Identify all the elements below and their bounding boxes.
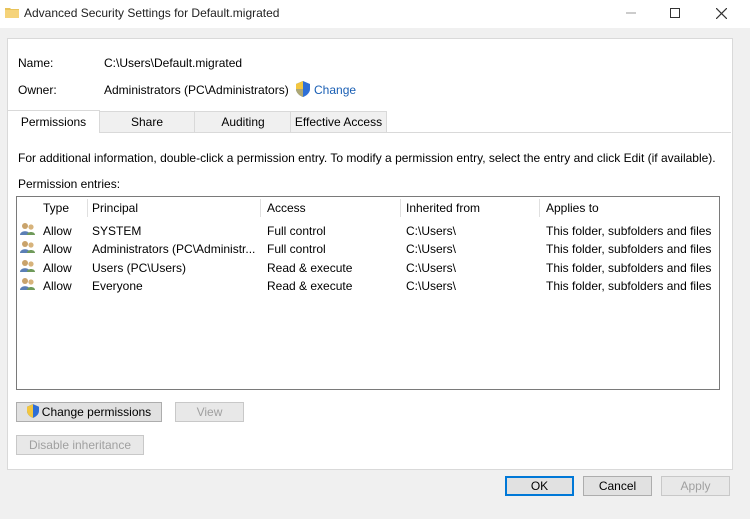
minimize-icon: [626, 12, 636, 14]
cell-inherited-from: C:\Users\: [406, 279, 457, 293]
security-settings-window: Advanced Security Settings for Default.m…: [0, 0, 750, 519]
cell-principal: Users (PC\Users): [92, 261, 187, 275]
cell-inherited-from: C:\Users\: [406, 261, 457, 275]
owner-label: Owner:: [18, 83, 57, 97]
cell-access: Full control: [267, 224, 326, 238]
users-icon: [20, 277, 36, 295]
instructions-text: For additional information, double-click…: [18, 151, 716, 165]
ok-button[interactable]: OK: [505, 476, 574, 496]
cell-applies-to: This folder, subfolders and files: [546, 242, 712, 256]
close-button[interactable]: [698, 0, 744, 26]
tab-divider: [7, 132, 731, 133]
column-header-type[interactable]: Type: [37, 197, 87, 219]
tab-permissions[interactable]: Permissions: [7, 110, 100, 133]
button-label: View: [196, 405, 223, 419]
cell-principal: Everyone: [92, 279, 143, 293]
button-label: Change permissions: [41, 405, 152, 419]
tab-auditing[interactable]: Auditing: [194, 111, 292, 132]
button-label: OK: [530, 479, 549, 493]
tab-effective-access[interactable]: Effective Access: [290, 111, 387, 132]
folder-icon: [5, 6, 19, 18]
maximize-icon: [670, 8, 680, 18]
uac-shield-icon: [26, 403, 39, 421]
cell-inherited-from: C:\Users\: [406, 224, 457, 238]
owner-value: Administrators (PC\Administrators): [104, 83, 289, 97]
column-header-applies-to[interactable]: Applies to: [540, 197, 719, 219]
column-header-label: Applies to: [546, 201, 599, 215]
change-permissions-button[interactable]: Change permissions: [16, 402, 162, 422]
apply-button[interactable]: Apply: [661, 476, 730, 496]
column-header-inherited-from[interactable]: Inherited from: [400, 197, 540, 219]
cell-type: Allow: [43, 261, 72, 275]
tab-label: Auditing: [221, 115, 265, 129]
cell-applies-to: This folder, subfolders and files: [546, 261, 712, 275]
column-header-principal[interactable]: Principal: [86, 197, 258, 219]
users-icon: [20, 259, 36, 277]
list-header: Type Principal Access Inherited from App…: [17, 197, 719, 219]
users-icon: [20, 240, 36, 258]
tab-label: Share: [130, 115, 164, 129]
column-header-label: Inherited from: [406, 201, 481, 215]
uac-shield-icon: [296, 81, 310, 100]
cell-applies-to: This folder, subfolders and files: [546, 224, 712, 238]
cell-type: Allow: [43, 224, 72, 238]
table-row[interactable]: Allow Everyone Read & execute C:\Users\ …: [17, 277, 719, 295]
tab-share[interactable]: Share: [98, 111, 196, 132]
tab-label: Effective Access: [294, 115, 383, 129]
minimize-button[interactable]: [608, 0, 654, 26]
column-header-label: Type: [43, 201, 70, 215]
cell-principal: Administrators (PC\Administr...: [92, 242, 256, 256]
permission-entries-list[interactable]: Type Principal Access Inherited from App…: [16, 196, 720, 390]
permission-entries-label: Permission entries:: [18, 177, 121, 191]
tab-label: Permissions: [20, 115, 87, 129]
disable-inheritance-button[interactable]: Disable inheritance: [16, 435, 144, 455]
close-icon: [715, 7, 727, 19]
button-label: Apply: [680, 479, 711, 493]
cell-access: Full control: [267, 242, 326, 256]
table-row[interactable]: Allow Users (PC\Users) Read & execute C:…: [17, 259, 719, 277]
change-owner-link[interactable]: Change: [314, 83, 356, 97]
title-bar: Advanced Security Settings for Default.m…: [0, 0, 750, 28]
column-header-label: Principal: [92, 201, 139, 215]
cell-type: Allow: [43, 242, 72, 256]
cell-principal: SYSTEM: [92, 224, 142, 238]
cell-access: Read & execute: [267, 261, 353, 275]
button-label: Disable inheritance: [28, 438, 132, 452]
cell-inherited-from: C:\Users\: [406, 242, 457, 256]
column-header-access[interactable]: Access: [261, 197, 401, 219]
button-label: Cancel: [598, 479, 637, 493]
maximize-button[interactable]: [652, 0, 698, 26]
name-label: Name:: [18, 56, 54, 70]
column-header-label: Access: [267, 201, 306, 215]
cell-type: Allow: [43, 279, 72, 293]
view-button[interactable]: View: [175, 402, 244, 422]
table-row[interactable]: Allow SYSTEM Full control C:\Users\ This…: [17, 222, 719, 240]
window-title: Advanced Security Settings for Default.m…: [24, 6, 280, 20]
cancel-button[interactable]: Cancel: [583, 476, 652, 496]
users-icon: [20, 222, 36, 240]
cell-access: Read & execute: [267, 279, 353, 293]
table-row[interactable]: Allow Administrators (PC\Administr... Fu…: [17, 240, 719, 258]
name-value: C:\Users\Default.migrated: [104, 56, 243, 70]
cell-applies-to: This folder, subfolders and files: [546, 279, 712, 293]
